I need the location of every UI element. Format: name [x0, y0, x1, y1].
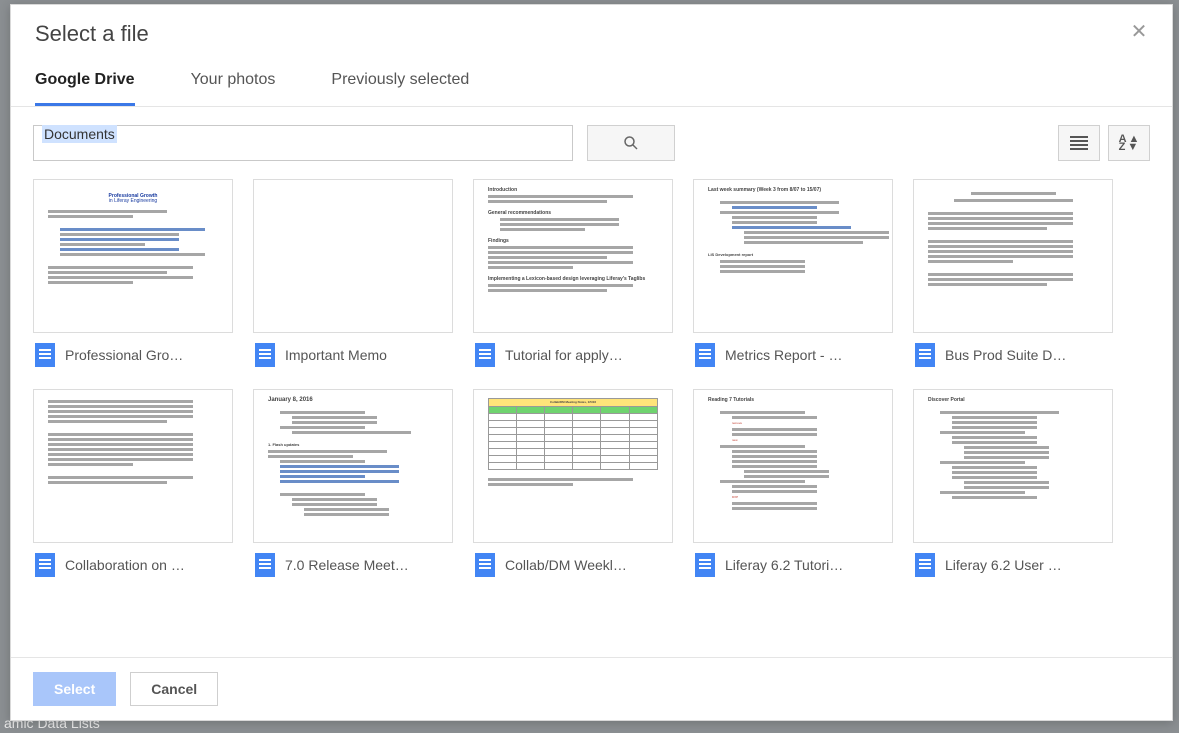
gdoc-icon	[255, 553, 275, 577]
file-name: Bus Prod Suite D…	[945, 347, 1066, 363]
file-name: 7.0 Release Meet…	[285, 557, 409, 573]
file-thumbnail: Discover Portal	[913, 389, 1113, 543]
toolbar: Documents A▲ Z▼	[11, 107, 1172, 179]
gdoc-icon	[695, 343, 715, 367]
dialog-title: Select a file	[35, 21, 1130, 47]
file-item[interactable]: Professional Growthin Liferay Engineerin…	[33, 179, 233, 369]
file-name: Liferay 6.2 User …	[945, 557, 1062, 573]
gdoc-icon	[695, 553, 715, 577]
file-item[interactable]: January 8, 2016 1. Flash updates	[253, 389, 453, 579]
file-thumbnail	[33, 389, 233, 543]
file-item[interactable]: Last week summary (Week 3 from 8/07 to 1…	[693, 179, 893, 369]
page-backdrop: amic Data Lists Select a file ✕ Google D…	[0, 0, 1179, 733]
select-button[interactable]: Select	[33, 672, 116, 706]
gdoc-icon	[915, 553, 935, 577]
file-thumbnail: Last week summary (Week 3 from 8/07 to 1…	[693, 179, 893, 333]
file-item[interactable]: Collaboration on …	[33, 389, 233, 579]
search-button[interactable]	[587, 125, 675, 161]
file-item[interactable]: Bus Prod Suite D…	[913, 179, 1113, 369]
file-name: Liferay 6.2 Tutori…	[725, 557, 843, 573]
file-name: Tutorial for apply…	[505, 347, 623, 363]
file-item[interactable]: Reading 7 Tutorials remove new DXP	[693, 389, 893, 579]
tab-google-drive[interactable]: Google Drive	[35, 71, 135, 106]
file-thumbnail: Reading 7 Tutorials remove new DXP	[693, 389, 893, 543]
file-thumbnail	[253, 179, 453, 333]
file-item[interactable]: Discover Portal Liferay	[913, 389, 1113, 579]
gdoc-icon	[915, 343, 935, 367]
file-thumbnail: Introduction General recommendations Fin…	[473, 179, 673, 333]
file-name: Collab/DM Weekl…	[505, 557, 627, 573]
file-thumbnail: Collab/DM Meeting Notes, 1/5/16	[473, 389, 673, 543]
file-picker-dialog: Select a file ✕ Google Drive Your photos…	[10, 4, 1173, 721]
search-value: Documents	[42, 125, 117, 143]
file-thumbnail: January 8, 2016 1. Flash updates	[253, 389, 453, 543]
file-grid-scroll[interactable]: Professional Growthin Liferay Engineerin…	[11, 179, 1172, 657]
file-thumbnail: Professional Growthin Liferay Engineerin…	[33, 179, 233, 333]
tab-your-photos[interactable]: Your photos	[191, 71, 276, 106]
tab-bar: Google Drive Your photos Previously sele…	[35, 71, 1148, 106]
file-thumbnail	[913, 179, 1113, 333]
close-icon[interactable]: ✕	[1130, 25, 1148, 43]
file-item[interactable]: Collab/DM Meeting Notes, 1/5/16	[473, 389, 673, 579]
gdoc-icon	[35, 553, 55, 577]
gdoc-icon	[475, 343, 495, 367]
file-name: Metrics Report - …	[725, 347, 842, 363]
file-item[interactable]: Introduction General recommendations Fin…	[473, 179, 673, 369]
file-name: Professional Gro…	[65, 347, 183, 363]
gdoc-icon	[35, 343, 55, 367]
file-name: Important Memo	[285, 347, 387, 363]
dialog-header: Select a file ✕ Google Drive Your photos…	[11, 5, 1172, 107]
cancel-button[interactable]: Cancel	[130, 672, 218, 706]
tab-previously-selected[interactable]: Previously selected	[331, 71, 469, 106]
search-input[interactable]: Documents	[33, 125, 573, 161]
sort-button[interactable]: A▲ Z▼	[1108, 125, 1150, 161]
dialog-footer: Select Cancel	[11, 657, 1172, 720]
list-view-icon	[1070, 136, 1088, 150]
file-name: Collaboration on …	[65, 557, 185, 573]
file-item[interactable]: Important Memo	[253, 179, 453, 369]
file-grid: Professional Growthin Liferay Engineerin…	[33, 179, 1150, 579]
magnifier-icon	[622, 134, 640, 152]
gdoc-icon	[475, 553, 495, 577]
gdoc-icon	[255, 343, 275, 367]
sort-az-icon: A▲ Z▼	[1119, 135, 1140, 151]
list-view-button[interactable]	[1058, 125, 1100, 161]
